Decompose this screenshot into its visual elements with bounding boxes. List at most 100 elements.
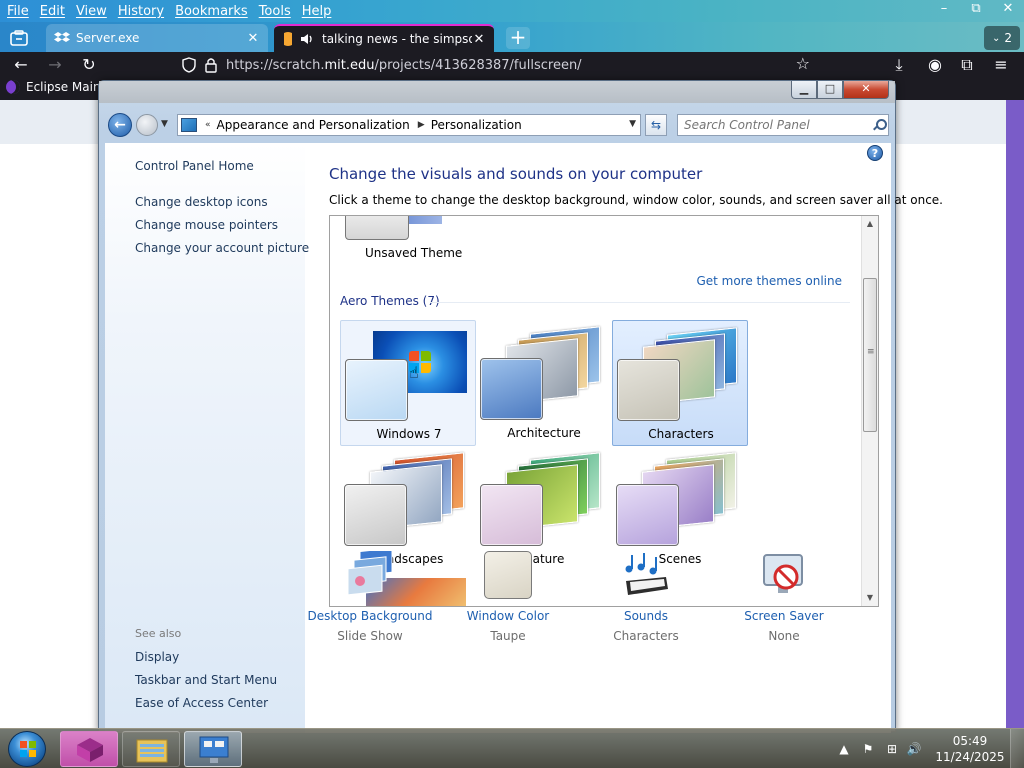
windows-taskbar: ▲ ⚑ ⊞ 🔊 05:49 11/24/2025 (0, 728, 1024, 768)
window-maximize-button[interactable]: □ (817, 81, 843, 99)
theme-name: Windows 7 (376, 427, 442, 441)
show-hidden-icons[interactable]: ▲ (836, 741, 852, 757)
menu-bookmarks[interactable]: Bookmarks (171, 4, 252, 19)
back-arrow-icon[interactable]: ← (10, 55, 32, 75)
setting-label[interactable]: Window Color (443, 609, 573, 623)
action-center-icon[interactable]: ⚑ (860, 741, 876, 757)
volume-icon[interactable]: 🔊 (906, 741, 922, 757)
bookmark-star-icon[interactable]: ☆ (796, 54, 810, 73)
search-icon[interactable] (872, 118, 887, 132)
screen-saver-setting[interactable]: Screen Saver None (719, 551, 849, 651)
eclipse-icon (6, 80, 20, 94)
recent-pages-icon[interactable]: ▼ (161, 119, 168, 129)
back-button[interactable]: ← (108, 113, 132, 137)
unsaved-theme-thumbnail[interactable] (345, 216, 409, 240)
scroll-up-icon[interactable]: ▲ (862, 216, 878, 232)
setting-label[interactable]: Sounds (581, 609, 711, 623)
change-desktop-icons-link[interactable]: Change desktop icons (135, 195, 268, 209)
window-close-button[interactable]: ✕ (843, 81, 889, 99)
dropbox-icon (54, 32, 70, 42)
forward-button[interactable] (136, 114, 158, 136)
breadcrumb[interactable]: « Appearance and Personalization ▶ Perso… (177, 114, 641, 136)
tab-close-icon[interactable]: ✕ (246, 31, 260, 46)
account-icon[interactable]: ◉ (924, 55, 946, 75)
close-button[interactable]: ✕ (992, 0, 1024, 18)
tab-server-exe[interactable]: Server.exe ✕ (46, 24, 268, 52)
crumb-separator-icon[interactable]: ▶ (418, 120, 425, 130)
help-icon[interactable]: ? (867, 145, 883, 161)
scratch-cat-icon (284, 32, 292, 46)
downloads-icon[interactable]: ⤓ (888, 55, 910, 75)
ease-of-access-link[interactable]: Ease of Access Center (135, 696, 268, 710)
change-account-picture-link[interactable]: Change your account picture (135, 241, 309, 255)
taskbar-file-explorer[interactable] (122, 731, 180, 767)
tab-talking-news[interactable]: talking news - the simpsons ✕ (274, 24, 494, 52)
window-color-setting[interactable]: Window Color Taupe (443, 551, 573, 651)
menu-tools[interactable]: Tools (255, 4, 295, 19)
menu-help[interactable]: Help (298, 4, 336, 19)
hand-cursor-icon: ☝ (409, 363, 419, 382)
refresh-button[interactable]: ⇆ (645, 114, 667, 136)
extensions-icon[interactable]: ⧉ (956, 55, 978, 75)
menu-view[interactable]: View (72, 4, 111, 19)
url-text[interactable]: https://scratch.mit.edu/projects/4136283… (226, 58, 582, 73)
reload-icon[interactable]: ↻ (78, 55, 100, 75)
clock-time: 05:49 (952, 734, 988, 748)
crumb-personalization[interactable]: Personalization (431, 118, 522, 132)
theme-name: Architecture (507, 426, 581, 440)
tab-title: talking news - the simpsons (322, 32, 472, 46)
theme-gallery-scrollbar[interactable]: ▲ ▼ (861, 216, 878, 606)
shield-icon[interactable] (182, 57, 196, 73)
page-scrollbar[interactable] (1006, 100, 1024, 728)
display-link[interactable]: Display (135, 650, 179, 664)
scroll-down-icon[interactable]: ▼ (862, 590, 878, 606)
list-all-tabs-button[interactable]: ⌄ 2 (984, 26, 1020, 50)
taskbar-start-menu-link[interactable]: Taskbar and Start Menu (135, 673, 277, 687)
setting-label[interactable]: Desktop Background (305, 609, 435, 623)
start-button[interactable] (8, 731, 46, 767)
control-panel-home-link[interactable]: Control Panel Home (135, 159, 254, 173)
menu-file[interactable]: File (3, 4, 33, 19)
hamburger-menu-icon[interactable]: ≡ (990, 55, 1012, 75)
taskbar-control-panel[interactable] (184, 731, 242, 767)
desktop-background-setting[interactable]: Desktop Background Slide Show (305, 551, 435, 651)
speaker-icon[interactable] (300, 32, 316, 46)
desktop-background-icon (347, 551, 393, 596)
taskbar-app-pink[interactable] (60, 731, 118, 767)
see-also-heading: See also (135, 627, 182, 640)
tab-close-icon[interactable]: ✕ (472, 32, 486, 47)
theme-architecture[interactable]: Architecture (476, 320, 612, 446)
lock-icon[interactable] (204, 57, 218, 73)
menu-history[interactable]: History (114, 4, 168, 19)
breadcrumb-overflow-icon[interactable]: « (205, 120, 211, 130)
scroll-thumb[interactable] (863, 278, 877, 432)
network-icon[interactable]: ⊞ (884, 741, 900, 757)
address-dropdown-icon[interactable]: ▼ (629, 119, 636, 129)
theme-characters[interactable]: Characters (612, 320, 748, 446)
restore-button[interactable]: ⧉ (960, 0, 992, 18)
setting-label[interactable]: Screen Saver (719, 609, 849, 623)
taskbar-clock[interactable]: 05:49 11/24/2025 (930, 733, 1010, 765)
tab-overview-button[interactable] (6, 26, 32, 50)
setting-value: Taupe (490, 629, 526, 643)
change-mouse-pointers-link[interactable]: Change mouse pointers (135, 218, 278, 232)
setting-value: None (768, 629, 800, 643)
window-minimize-button[interactable]: ▁ (791, 81, 817, 99)
search-box[interactable] (677, 114, 889, 136)
menu-edit[interactable]: Edit (36, 4, 69, 19)
bookmark-eclipse-main[interactable]: Eclipse Main (6, 80, 101, 94)
window-titlebar[interactable]: ▁ □ ✕ (99, 81, 895, 103)
show-desktop-button[interactable] (1010, 729, 1024, 768)
theme-windows-7[interactable]: ☝ Windows 7 (340, 320, 476, 446)
minimize-button[interactable]: – (928, 0, 960, 18)
new-tab-button[interactable]: + (506, 27, 530, 49)
search-input[interactable] (684, 118, 870, 132)
personalization-main: ? Change the visuals and sounds on your … (305, 143, 943, 733)
unsaved-theme-label[interactable]: Unsaved Theme (365, 246, 462, 260)
forward-arrow-icon[interactable]: → (44, 55, 66, 75)
crumb-appearance[interactable]: Appearance and Personalization (217, 118, 410, 132)
url-bar[interactable]: https://scratch.mit.edu/projects/4136283… (178, 53, 818, 77)
sounds-setting[interactable]: Sounds Characters (581, 551, 711, 651)
get-more-themes-link[interactable]: Get more themes online (696, 274, 842, 288)
control-panel-body: Control Panel Home Change desktop icons … (105, 143, 943, 733)
